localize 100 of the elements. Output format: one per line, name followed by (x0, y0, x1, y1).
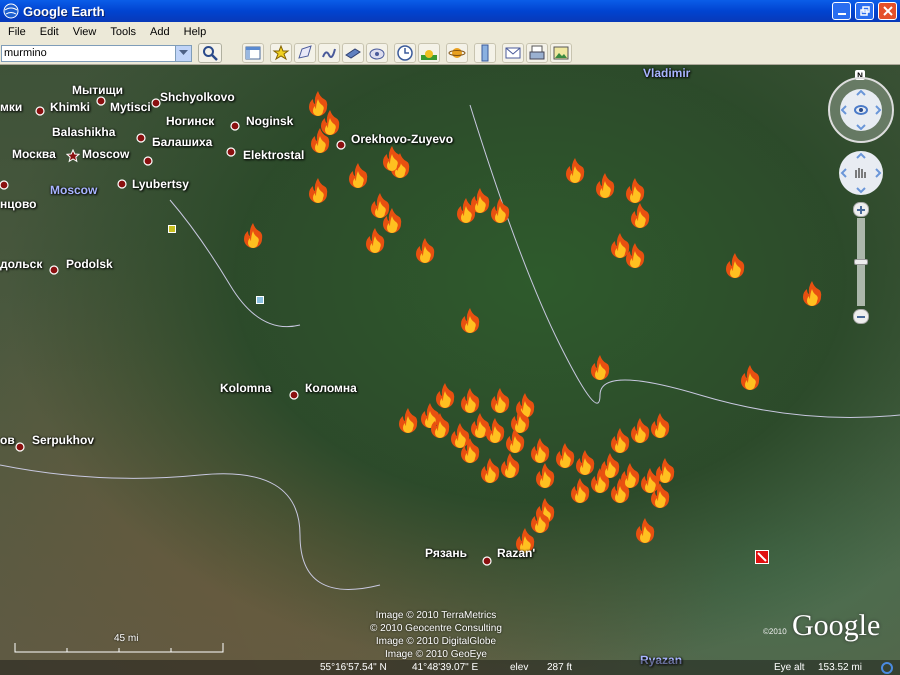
picture-button[interactable] (550, 43, 572, 63)
fire-icon (369, 192, 391, 218)
fire-icon (347, 162, 369, 188)
image-overlay-button[interactable] (342, 43, 364, 63)
fire-icon (381, 207, 403, 233)
fire-icon (564, 157, 586, 183)
menu-item[interactable]: Add (143, 26, 177, 38)
city-dot-icon (96, 96, 106, 106)
city-dot-icon (15, 442, 25, 452)
menu-item[interactable]: View (66, 26, 104, 38)
minimize-button[interactable] (832, 2, 851, 20)
place-label: Serpukhov (32, 433, 94, 447)
fire-icon (307, 177, 329, 203)
sidebar-icon (244, 44, 262, 62)
fire-icon (429, 412, 451, 438)
city-dot-icon (226, 147, 236, 157)
sun-button[interactable] (418, 43, 440, 63)
globe-icon (3, 3, 19, 19)
restore-icon (860, 6, 870, 16)
city-dot-icon (151, 98, 161, 108)
imagery-credit: Image © 2010 DigitalGlobe (376, 635, 496, 648)
print-button[interactable] (526, 43, 548, 63)
window-title: Google Earth (23, 4, 106, 18)
place-label: Lyubertsy (132, 177, 189, 191)
clock-button[interactable] (394, 43, 416, 63)
fire-icon (459, 387, 481, 413)
place-label: Балашиха (152, 135, 212, 149)
menu-item[interactable]: Tools (103, 26, 144, 38)
minimize-icon (838, 13, 846, 15)
fire-icon (634, 517, 656, 543)
region-label: Moscow (50, 183, 98, 197)
fire-icon (309, 127, 331, 153)
print-icon (528, 44, 546, 62)
no-entry-square-icon (755, 550, 769, 564)
fire-icon (801, 280, 823, 306)
place-label: Razan' (497, 546, 536, 560)
city-dot-icon (35, 106, 45, 116)
fire-icon (397, 407, 419, 433)
imagery-credit: © 2010 Geocentre Consulting (370, 622, 502, 635)
pushpin-button[interactable] (270, 43, 292, 63)
zoom-in-button[interactable] (853, 202, 869, 217)
eye-altitude-label: Eye alt (774, 662, 805, 673)
menu-item[interactable]: Edit (32, 26, 66, 38)
close-button[interactable] (878, 2, 897, 20)
move-joystick[interactable] (838, 150, 884, 196)
fire-icon (469, 187, 491, 213)
fire-icon (629, 202, 651, 228)
elevation-label: elev (510, 662, 528, 673)
fire-icon (724, 252, 746, 278)
zoom-slider-thumb[interactable] (854, 259, 868, 265)
fire-icon (589, 467, 611, 493)
place-label: Kolomna (220, 381, 272, 395)
polygon-button[interactable] (294, 43, 316, 63)
place-label: ов (0, 433, 15, 447)
planet-button[interactable] (446, 43, 468, 63)
path-button[interactable] (318, 43, 340, 63)
fire-icon (489, 197, 511, 223)
clock-icon (396, 44, 414, 62)
menu-item[interactable]: File (1, 26, 33, 38)
capital-star-icon (66, 149, 80, 163)
fire-icon (459, 307, 481, 333)
city-dot-icon (289, 390, 299, 400)
place-label: Khimki (50, 100, 90, 114)
place-label: Balashikha (52, 125, 116, 139)
fire-icon (509, 407, 531, 433)
imagery-credit: Image © 2010 GeoEye (385, 648, 487, 661)
zoom-out-button[interactable] (853, 309, 869, 324)
look-joystick[interactable] (827, 76, 895, 144)
restore-button[interactable] (855, 2, 874, 20)
place-label: Moscow (82, 147, 130, 161)
email-button[interactable] (502, 43, 524, 63)
fire-icon (624, 177, 646, 203)
fire-icon (469, 412, 491, 438)
fire-icon (414, 237, 436, 263)
place-label: Рязань (425, 546, 467, 560)
fire-icon (499, 452, 521, 478)
fire-icon (434, 382, 456, 408)
menu-item[interactable]: Help (176, 26, 214, 38)
imagery-credit: Image © 2010 TerraMetrics (376, 609, 496, 622)
search-button[interactable] (198, 43, 222, 63)
scale-label: 45 mi (114, 633, 138, 644)
place-label: Shchyolkovo (160, 90, 235, 104)
search-field[interactable]: murmino (1, 44, 176, 62)
place-label: Elektrostal (243, 148, 304, 162)
fire-icon (489, 387, 511, 413)
fire-icon (534, 462, 556, 488)
fire-icon (381, 145, 403, 171)
dropdown-button[interactable] (176, 44, 192, 62)
city-dot-icon (136, 133, 146, 143)
plus-icon (857, 206, 865, 214)
sidebar-button[interactable] (242, 43, 264, 63)
place-label: Podolsk (66, 257, 113, 271)
fire-icon (654, 457, 676, 483)
region-label: Vladimir (643, 66, 690, 80)
pushpin-icon (272, 44, 290, 62)
fire-icon (624, 242, 646, 268)
ruler-button[interactable] (474, 43, 496, 63)
fire-icon (609, 477, 631, 503)
progress-circle-icon (881, 662, 893, 674)
place-label: Mytisci (110, 100, 151, 114)
